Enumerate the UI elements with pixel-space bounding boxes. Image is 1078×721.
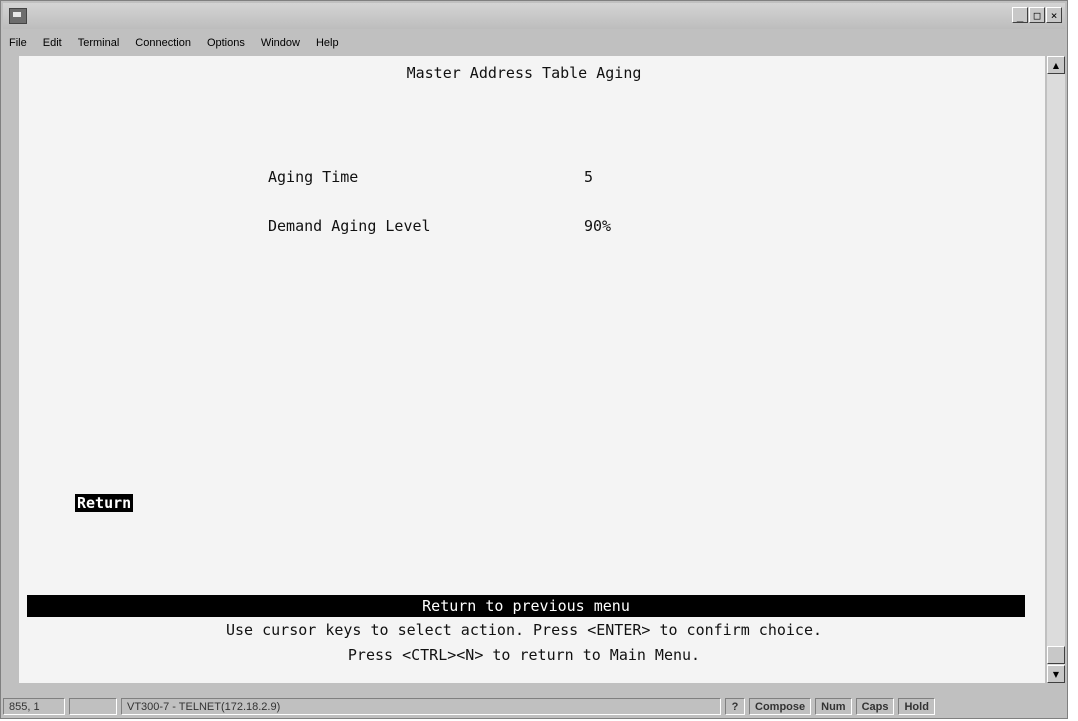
session-info: VT300-7 - TELNET(172.18.2.9): [121, 697, 721, 715]
terminal-app-icon[interactable]: [9, 8, 27, 24]
menu-edit[interactable]: Edit: [41, 36, 64, 50]
terminal-window: _ □ × File Edit Terminal Connection Opti…: [0, 0, 1068, 719]
minimize-button[interactable]: _: [1012, 7, 1028, 23]
close-button[interactable]: ×: [1046, 7, 1062, 23]
status-empty-cell: [69, 697, 117, 715]
menu-window[interactable]: Window: [259, 36, 302, 50]
hold-indicator: Hold: [898, 697, 935, 715]
menu-file[interactable]: File: [7, 36, 29, 50]
num-lock-indicator: Num: [815, 697, 852, 715]
aging-time-value[interactable]: 5: [584, 168, 593, 186]
caps-lock-indicator: Caps: [855, 697, 895, 715]
scroll-down-arrow-icon[interactable]: ▼: [1047, 665, 1065, 683]
status-bar: 855, 1 VT300-7 - TELNET(172.18.2.9) ? Co…: [3, 695, 1065, 717]
menu-help[interactable]: Help: [314, 36, 341, 50]
menu-connection[interactable]: Connection: [133, 36, 193, 50]
help-indicator[interactable]: ?: [725, 697, 745, 715]
window-controls: _ □ ×: [1012, 7, 1062, 23]
cursor-position: 855, 1: [3, 697, 65, 715]
maximize-button[interactable]: □: [1029, 7, 1045, 23]
instruction-line-1: Use cursor keys to select action. Press …: [225, 621, 823, 639]
help-bar: Return to previous menu: [27, 595, 1025, 617]
vertical-scrollbar[interactable]: ▲ ▼: [1047, 56, 1065, 683]
return-button[interactable]: Return: [75, 494, 134, 512]
title-bar[interactable]: _ □ ×: [3, 3, 1065, 29]
terminal-screen[interactable]: Master Address Table Aging Aging Time 5 …: [19, 56, 1045, 683]
menu-options[interactable]: Options: [205, 36, 247, 50]
menu-bar: File Edit Terminal Connection Options Wi…: [3, 33, 1065, 53]
demand-aging-level-value[interactable]: 90%: [584, 217, 611, 235]
aging-time-label: Aging Time: [268, 168, 359, 186]
scroll-thumb[interactable]: [1047, 646, 1065, 664]
compose-indicator: Compose: [749, 697, 812, 715]
instruction-line-2: Press <CTRL><N> to return to Main Menu.: [347, 646, 701, 664]
scroll-up-arrow-icon[interactable]: ▲: [1047, 56, 1065, 74]
menu-terminal[interactable]: Terminal: [76, 36, 122, 50]
screen-title: Master Address Table Aging: [406, 64, 642, 82]
demand-aging-level-label: Demand Aging Level: [268, 217, 431, 235]
